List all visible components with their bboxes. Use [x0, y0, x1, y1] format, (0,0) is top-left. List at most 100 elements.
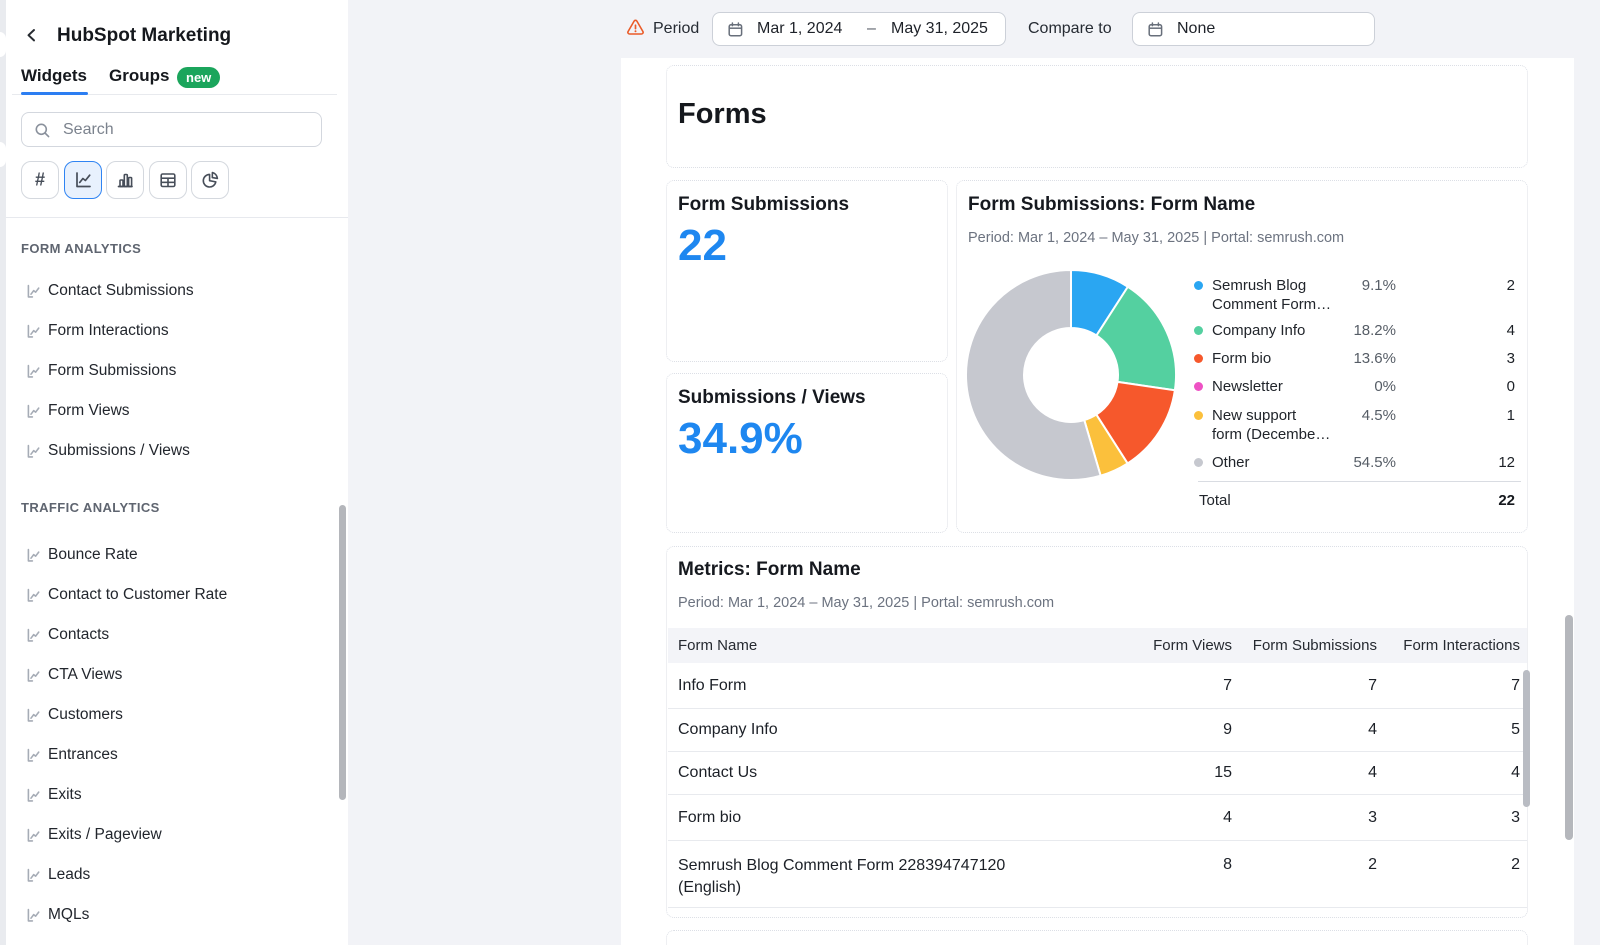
period-date-range[interactable]: Mar 1, 2024 – May 31, 2025 — [712, 12, 1006, 46]
filter-pie-chart-button[interactable] — [191, 161, 229, 199]
legend-dot — [1194, 411, 1203, 420]
metrics-card-subtitle: Period: Mar 1, 2024 – May 31, 2025 | Por… — [678, 595, 1054, 611]
sidebar-item-exits-pageview[interactable]: Exits / Pageview — [0, 815, 348, 855]
back-button[interactable] — [24, 27, 42, 45]
form-submissions-by-form-name-card[interactable]: Form Submissions: Form Name Period: Mar … — [956, 180, 1528, 533]
search-icon — [34, 122, 51, 139]
sidebar-item-cta-views[interactable]: CTA Views — [0, 655, 348, 695]
table-row[interactable]: Company Info945 — [668, 709, 1527, 752]
number-icon: # — [35, 170, 45, 191]
compare-to-value: None — [1177, 20, 1215, 38]
line-chart-icon — [25, 403, 48, 420]
sidebar-item-contacts[interactable]: Contacts — [0, 615, 348, 655]
calendar-icon — [727, 21, 744, 38]
legend-dot — [1194, 354, 1203, 363]
table-row[interactable]: Contact Us1544 — [668, 752, 1527, 795]
line-chart-icon — [25, 283, 48, 300]
sidebar-item-form-interactions[interactable]: Form Interactions — [0, 311, 348, 351]
legend-dot — [1194, 382, 1203, 391]
filter-table-button[interactable] — [149, 161, 187, 199]
line-chart-icon — [25, 707, 48, 724]
kpi-title: Submissions / Views — [678, 387, 866, 409]
period-end-date: May 31, 2025 — [891, 20, 988, 38]
warning-icon — [626, 18, 645, 37]
background-panel-edge — [0, 0, 6, 945]
sidebar-item-bounce-rate[interactable]: Bounce Rate — [0, 535, 348, 575]
section-header: FORM ANALYTICS — [21, 241, 348, 257]
table-row[interactable]: Semrush Blog Comment Form 228394747120 (… — [668, 841, 1527, 908]
table-scrollbar[interactable] — [1523, 670, 1530, 807]
compare-to-label: Compare to — [1028, 20, 1112, 38]
submissions-views-kpi-card[interactable]: Submissions / Views 34.9% — [666, 373, 948, 533]
next-widget-card[interactable] — [666, 930, 1528, 945]
line-chart-icon — [25, 787, 48, 804]
sidebar-item-contact-to-customer-rate[interactable]: Contact to Customer Rate — [0, 575, 348, 615]
page-scrollbar[interactable] — [1565, 615, 1573, 840]
sidebar-scrollbar[interactable] — [339, 505, 346, 800]
section-header: TRAFFIC ANALYTICS — [21, 500, 348, 516]
kpi-value: 34.9% — [678, 414, 803, 464]
sidebar-item-exits[interactable]: Exits — [0, 775, 348, 815]
active-tab-underline — [21, 92, 88, 95]
period-start-date: Mar 1, 2024 — [757, 20, 842, 38]
sidebar-item-mqls[interactable]: MQLs — [0, 895, 348, 935]
filter-number-button[interactable]: # — [21, 161, 59, 199]
tab-widgets[interactable]: Widgets — [21, 66, 87, 86]
filter-bar-chart-button[interactable] — [106, 161, 144, 199]
widget-list: FORM ANALYTICS Contact SubmissionsForm In… — [0, 219, 348, 945]
donut-card-title: Form Submissions: Form Name — [968, 194, 1255, 216]
donut-chart — [962, 266, 1180, 484]
table-row[interactable]: Form bio433 — [668, 795, 1527, 841]
metrics-card-title: Metrics: Form Name — [678, 559, 861, 581]
search-input[interactable]: Search — [21, 112, 322, 147]
forms-section-card[interactable]: Forms — [666, 65, 1528, 168]
new-badge: new — [177, 67, 220, 88]
total-value: 22 — [1421, 491, 1515, 511]
line-chart-icon — [25, 747, 48, 764]
line-chart-icon — [73, 170, 93, 190]
compare-to-select[interactable]: None — [1132, 12, 1375, 46]
sidebar-item-customers[interactable]: Customers — [0, 695, 348, 735]
chevron-left-icon — [29, 30, 35, 40]
legend-divider — [1198, 481, 1521, 482]
sidebar-item-entrances[interactable]: Entrances — [0, 735, 348, 775]
line-chart-icon — [25, 827, 48, 844]
filter-line-chart-button[interactable] — [64, 161, 102, 199]
background-card-edge — [0, 32, 6, 57]
bar-chart-icon — [115, 170, 135, 190]
line-chart-icon — [25, 547, 48, 564]
tab-groups[interactable]: Groups — [109, 66, 169, 86]
sidebar-title: HubSpot Marketing — [57, 25, 231, 47]
report-canvas: Forms Form Submissions 22 Submissions / … — [621, 58, 1574, 945]
legend-dot — [1194, 458, 1203, 467]
line-chart-icon — [25, 627, 48, 644]
period-range-separator: – — [867, 20, 876, 38]
sidebar-item-form-views[interactable]: Form Views — [0, 391, 348, 431]
legend-dot — [1194, 326, 1203, 335]
line-chart-icon — [25, 587, 48, 604]
sidebar-item-form-submissions[interactable]: Form Submissions — [0, 351, 348, 391]
line-chart-icon — [25, 443, 48, 460]
total-label: Total — [1199, 491, 1231, 511]
line-chart-icon — [25, 867, 48, 884]
background-card-edge — [0, 142, 6, 167]
metrics-table: Form NameForm ViewsForm SubmissionsForm … — [668, 628, 1527, 908]
calendar-icon — [1147, 21, 1164, 38]
pie-chart-icon — [200, 170, 220, 190]
table-icon — [158, 170, 178, 190]
sidebar-item-contact-submissions[interactable]: Contact Submissions — [0, 271, 348, 311]
form-submissions-kpi-card[interactable]: Form Submissions 22 — [666, 180, 948, 362]
line-chart-icon — [25, 907, 48, 924]
sidebar-item-submissions-views[interactable]: Submissions / Views — [0, 431, 348, 471]
widgets-sidebar: HubSpot Marketing Widgets Groups new Sea… — [0, 0, 348, 945]
period-label: Period — [653, 20, 699, 38]
kpi-title: Form Submissions — [678, 194, 849, 216]
metrics-form-name-card[interactable]: Metrics: Form Name Period: Mar 1, 2024 –… — [666, 546, 1528, 918]
section-title: Forms — [678, 98, 767, 131]
sidebar-header: HubSpot Marketing Widgets Groups new Sea… — [0, 0, 348, 218]
legend-dot — [1194, 281, 1203, 290]
line-chart-icon — [25, 363, 48, 380]
sidebar-item-leads[interactable]: Leads — [0, 855, 348, 895]
kpi-value: 22 — [678, 221, 727, 271]
table-row[interactable]: Info Form777 — [668, 663, 1527, 709]
